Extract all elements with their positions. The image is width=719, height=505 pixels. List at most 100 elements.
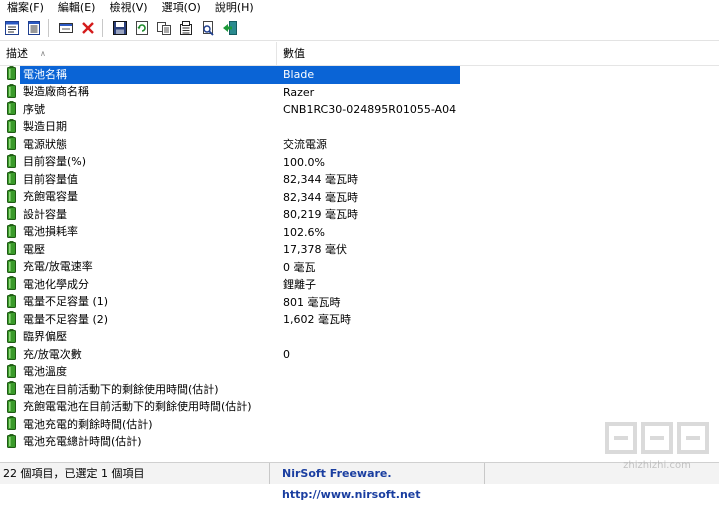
description-cell: 目前容量值	[0, 171, 277, 189]
list-item[interactable]: 電源狀態 交流電源	[0, 136, 719, 154]
battery-icon	[7, 276, 21, 293]
item-value: 102.6%	[283, 225, 325, 239]
battery-icon	[7, 328, 21, 346]
battery-icon	[7, 66, 21, 83]
battery-icon	[7, 118, 21, 136]
item-label: 臨界偏壓	[23, 330, 67, 344]
item-label: 電池化學成分	[23, 277, 89, 291]
description-cell: 充電/放電速率	[0, 258, 277, 277]
item-label: 序號	[23, 102, 45, 116]
battery-icon	[7, 171, 21, 188]
list-header: 描述 ∧ 數值	[0, 42, 719, 66]
item-value	[277, 329, 283, 347]
list-item[interactable]: 電壓 17,378 毫伏	[0, 241, 719, 259]
delete-icon[interactable]	[78, 18, 98, 38]
item-label: 目前容量值	[23, 172, 78, 186]
status-nirsoft-link[interactable]: NirSoft Freeware. http://www.nirsoft.net	[270, 463, 485, 501]
list-item[interactable]: 電池化學成分 鋰離子	[0, 276, 719, 294]
battery-icon	[7, 136, 21, 153]
list-item[interactable]: 充/放電次數 0	[0, 346, 719, 364]
menu-help[interactable]: 說明(H)	[208, 0, 261, 16]
refresh-icon[interactable]	[132, 18, 152, 38]
item-value	[277, 416, 283, 434]
list-item[interactable]: 充飽電容量 82,344 毫瓦時	[0, 188, 719, 207]
item-value: Razer	[283, 85, 315, 99]
menu-options[interactable]: 選項(O)	[155, 0, 208, 16]
item-label: 電池名稱	[23, 67, 67, 81]
watermark-text: zhizhizhi.com	[623, 460, 691, 471]
battery-info-list[interactable]: 描述 ∧ 數值 電池名稱 Blade 製造廠商名稱 Razer 序號 CNB1RC30-0…	[0, 42, 719, 462]
battery-icon	[7, 153, 21, 171]
description-cell: 電池損耗率	[0, 223, 277, 242]
copy-selected-icon[interactable]	[176, 18, 196, 38]
menu-edit[interactable]: 編輯(E)	[51, 0, 103, 16]
battery-icon	[7, 83, 21, 101]
list-item[interactable]: 電池在目前活動下的剩餘使用時間(估計)	[0, 381, 719, 399]
list-item[interactable]: 充飽電電池在目前活動下的剩餘使用時間(估計)	[0, 398, 719, 417]
item-value: 82,344 毫瓦時	[283, 190, 358, 204]
description-cell: 臨界偏壓	[0, 328, 277, 347]
list-item[interactable]: 製造廠商名稱 Razer	[0, 83, 719, 102]
battery-icon	[7, 363, 21, 381]
item-value: 17,378 毫伏	[283, 243, 347, 256]
list-item[interactable]: 序號 CNB1RC30-024895R01055-A04	[0, 101, 719, 119]
list-item[interactable]: 電量不足容量 (1) 801 毫瓦時	[0, 293, 719, 312]
battery-icon	[7, 311, 21, 328]
item-label: 電源狀態	[23, 137, 67, 151]
list-item[interactable]: 電量不足容量 (2) 1,602 毫瓦時	[0, 311, 719, 329]
battery-icon	[7, 206, 21, 223]
save-icon[interactable]	[110, 18, 130, 38]
list-item[interactable]: 設計容量 80,219 毫瓦時	[0, 206, 719, 224]
menu-view[interactable]: 檢視(V)	[102, 0, 154, 16]
item-label: 充/放電次數	[23, 347, 82, 361]
description-cell: 製造日期	[0, 118, 277, 137]
find-icon[interactable]	[198, 18, 218, 38]
description-cell: 電池在目前活動下的剩餘使用時間(估計)	[0, 381, 277, 399]
menu-file[interactable]: 檔案(F)	[0, 0, 51, 16]
description-cell: 製造廠商名稱	[0, 83, 277, 102]
description-cell: 設計容量	[0, 206, 277, 224]
item-label: 製造廠商名稱	[23, 85, 89, 99]
battery-icon	[7, 188, 21, 206]
sort-ascending-icon: ∧	[40, 49, 46, 58]
item-value	[277, 119, 283, 137]
copy-icon[interactable]	[154, 18, 174, 38]
list-item[interactable]: 臨界偏壓	[0, 328, 719, 347]
exit-icon[interactable]	[220, 18, 240, 38]
battery-icon	[7, 381, 21, 398]
description-cell: 電量不足容量 (2)	[0, 311, 277, 329]
battery-icon	[7, 346, 21, 363]
list-item[interactable]: 電池溫度	[0, 363, 719, 382]
item-label: 電池損耗率	[23, 225, 78, 239]
item-label: 充飽電電池在目前活動下的剩餘使用時間(估計)	[23, 400, 252, 414]
column-header-value[interactable]: 數值	[277, 42, 719, 65]
battery-icon	[7, 241, 21, 258]
properties-icon[interactable]	[2, 18, 22, 38]
item-value: CNB1RC30-024895R01055-A04	[283, 103, 457, 116]
item-label: 充電/放電速率	[23, 260, 93, 274]
item-value: Blade	[283, 68, 315, 81]
item-value: 82,344 毫瓦時	[283, 173, 358, 186]
item-label: 電量不足容量 (1)	[23, 295, 109, 309]
list-item[interactable]: 電池損耗率 102.6%	[0, 223, 719, 242]
watermark-logo: zhizhizhi.com	[601, 418, 713, 474]
battery-icon	[7, 101, 21, 118]
description-cell: 序號	[0, 101, 277, 119]
column-header-description[interactable]: 描述 ∧	[0, 42, 277, 65]
description-cell: 電量不足容量 (1)	[0, 293, 277, 312]
list-item[interactable]: 電池名稱 Blade	[0, 66, 719, 84]
item-label: 目前容量(%)	[23, 155, 87, 169]
item-label: 製造日期	[23, 120, 67, 134]
list-item[interactable]: 目前容量(%) 100.0%	[0, 153, 719, 172]
item-label: 設計容量	[23, 207, 67, 221]
list-item[interactable]: 製造日期	[0, 118, 719, 137]
item-value: 鋰離子	[283, 278, 316, 291]
html-report-icon[interactable]	[24, 18, 44, 38]
item-label: 電池溫度	[23, 365, 67, 379]
options-icon[interactable]	[56, 18, 76, 38]
battery-icon	[7, 223, 21, 241]
item-value	[277, 381, 283, 399]
item-value	[277, 399, 283, 417]
list-item[interactable]: 充電/放電速率 0 毫瓦	[0, 258, 719, 277]
list-item[interactable]: 目前容量值 82,344 毫瓦時	[0, 171, 719, 189]
